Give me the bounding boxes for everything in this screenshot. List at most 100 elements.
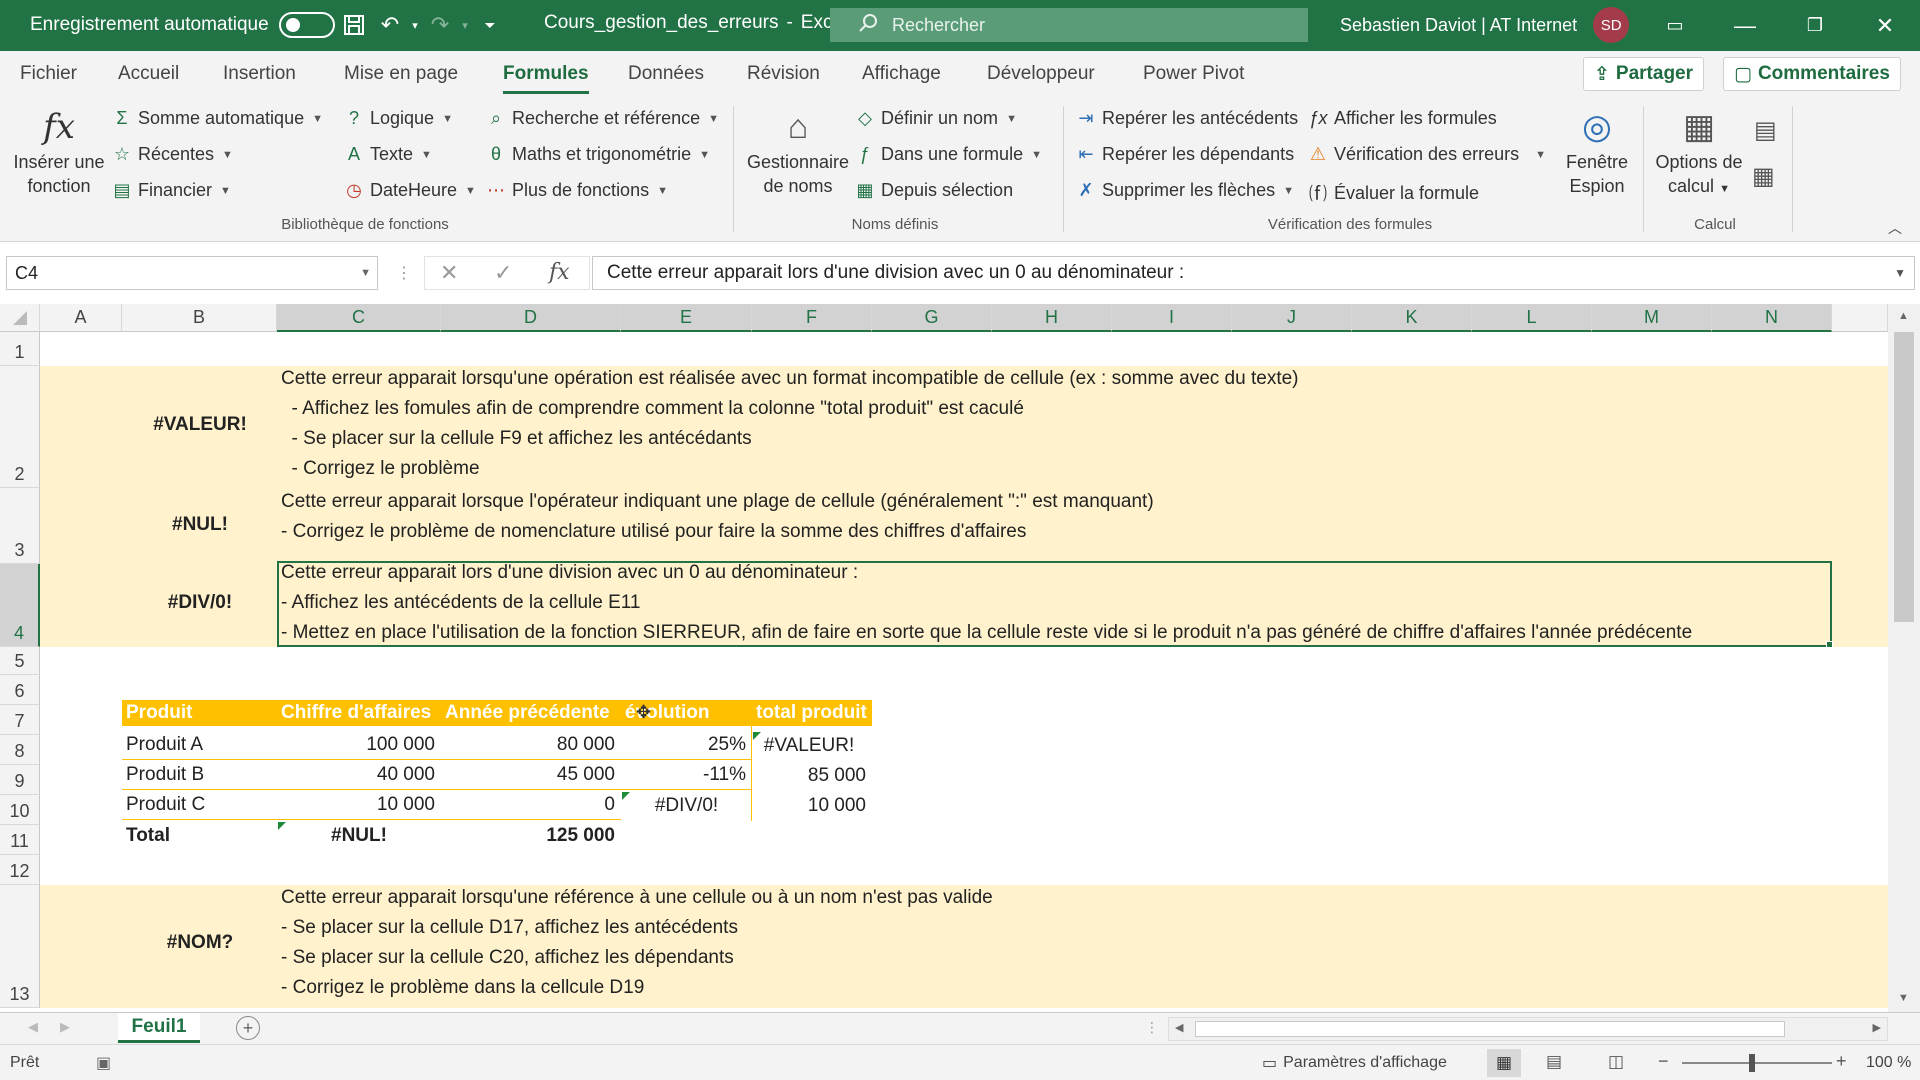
math-button[interactable]: θ Maths et trigonométrie ▼: [486, 144, 710, 165]
zoom-slider[interactable]: [1682, 1062, 1832, 1064]
table-cell[interactable]: #VALEUR!: [752, 731, 872, 760]
column-header[interactable]: L: [1472, 304, 1592, 332]
more-functions-button[interactable]: ⋯ Plus de fonctions ▼: [486, 180, 668, 201]
zoom-in-icon[interactable]: +: [1836, 1051, 1847, 1072]
row-header[interactable]: 11: [0, 825, 40, 855]
financial-button[interactable]: ▤ Financier ▼: [112, 180, 230, 201]
total-cell[interactable]: #NUL!: [277, 821, 441, 850]
row-header[interactable]: 9: [0, 765, 40, 795]
zoom-out-icon[interactable]: −: [1658, 1051, 1669, 1072]
expand-formula-icon[interactable]: ▼: [1894, 266, 1906, 280]
tab-formules[interactable]: Formules: [503, 63, 589, 94]
table-cell[interactable]: 80 000: [441, 731, 621, 760]
table-cell[interactable]: 40 000: [277, 761, 441, 790]
accessibility-icon[interactable]: ▣: [96, 1053, 111, 1073]
column-header[interactable]: E: [621, 304, 752, 332]
collapse-ribbon-icon[interactable]: ︿: [1888, 218, 1902, 238]
error-checking-button[interactable]: ⚠ Vérification des erreurs ▼: [1308, 144, 1546, 165]
next-sheet-icon[interactable]: ▶: [60, 1019, 70, 1035]
column-header[interactable]: C: [277, 304, 441, 332]
column-header[interactable]: M: [1592, 304, 1712, 332]
table-cell[interactable]: Produit B: [122, 761, 277, 790]
autosave-toggle[interactable]: [278, 12, 335, 38]
table-cell[interactable]: Produit A: [122, 731, 277, 760]
scroll-thumb[interactable]: [1894, 332, 1914, 622]
search-box[interactable]: Rechercher: [830, 8, 1308, 42]
save-icon[interactable]: [336, 7, 372, 43]
restore-icon[interactable]: ❐: [1780, 0, 1850, 51]
sheet-tab-feuil1[interactable]: Feuil1: [118, 1013, 200, 1043]
table-cell[interactable]: #DIV/0!: [621, 791, 752, 820]
table-cell[interactable]: 100 000: [277, 731, 441, 760]
worksheet-grid[interactable]: A B C D E F G H I J K L M N 1 2 3 4 5 6 …: [0, 304, 1920, 1008]
cancel-icon[interactable]: ✕: [440, 260, 458, 286]
scroll-right-icon[interactable]: ▶: [1873, 1021, 1881, 1034]
row-header[interactable]: 1: [0, 332, 40, 366]
column-header[interactable]: I: [1112, 304, 1232, 332]
calc-options-button[interactable]: ▦ Options de calcul ▼: [1648, 104, 1750, 201]
error-label-div0[interactable]: #DIV/0!: [140, 592, 260, 614]
table-cell[interactable]: 10 000: [277, 791, 441, 820]
display-settings-button[interactable]: ▭ Paramètres d'affichage: [1262, 1053, 1447, 1073]
column-header[interactable]: F: [752, 304, 872, 332]
error-indicator-icon[interactable]: [753, 732, 761, 740]
table-cell[interactable]: 85 000: [752, 761, 872, 790]
tab-mise-en-page[interactable]: Mise en page: [344, 63, 458, 85]
row-header[interactable]: 6: [0, 675, 40, 705]
tab-accueil[interactable]: Accueil: [118, 63, 179, 85]
calculate-sheet-icon[interactable]: ▦: [1752, 162, 1775, 191]
text-button[interactable]: A Texte ▼: [344, 144, 432, 165]
row-header[interactable]: 2: [0, 366, 40, 488]
name-manager-button[interactable]: ⌂ Gestionnaire de noms: [745, 104, 851, 198]
table-cell[interactable]: 25%: [621, 731, 752, 760]
share-button[interactable]: ⇪ Partager: [1583, 57, 1705, 91]
table-cell[interactable]: -11%: [621, 761, 752, 790]
zoom-level[interactable]: 100 %: [1866, 1054, 1911, 1072]
insert-function-button[interactable]: fx Insérer une fonction: [10, 104, 108, 198]
total-label[interactable]: Total: [122, 821, 277, 850]
error-label-nul[interactable]: #NUL!: [140, 514, 260, 536]
table-cell[interactable]: 45 000: [441, 761, 621, 790]
zoom-slider-thumb[interactable]: [1749, 1054, 1755, 1072]
table-cell[interactable]: Produit C: [122, 791, 277, 820]
name-box[interactable]: C4 ▼: [6, 256, 378, 290]
row-header[interactable]: 10: [0, 795, 40, 825]
datetime-button[interactable]: ◷ DateHeure ▼: [344, 180, 476, 201]
table-header-cell[interactable]: total produit: [752, 700, 872, 726]
error-indicator-icon[interactable]: [278, 822, 286, 830]
use-in-formula-button[interactable]: ƒ Dans une formule ▼: [855, 144, 1042, 165]
tab-revision[interactable]: Révision: [747, 63, 820, 85]
column-header[interactable]: B: [122, 304, 277, 332]
table-cell[interactable]: 10 000: [752, 791, 872, 820]
row-header[interactable]: 7: [0, 705, 40, 735]
row-header[interactable]: 12: [0, 855, 40, 885]
error-label-nom[interactable]: #NOM?: [140, 932, 260, 954]
calculate-now-icon[interactable]: ▤: [1754, 116, 1777, 145]
redo-dropdown-icon[interactable]: ▾: [458, 7, 472, 43]
column-header-partial[interactable]: [1832, 304, 1888, 332]
minimize-icon[interactable]: —: [1710, 0, 1780, 51]
undo-icon[interactable]: ↶: [372, 7, 408, 43]
chevron-down-icon[interactable]: ▼: [360, 267, 371, 279]
user-name[interactable]: Sebastien Daviot | AT Internet: [1340, 15, 1577, 36]
column-header[interactable]: J: [1232, 304, 1352, 332]
row-header[interactable]: 13: [0, 885, 40, 1008]
error-indicator-icon[interactable]: [622, 792, 630, 800]
autosave-control[interactable]: Enregistrement automatique: [30, 12, 335, 38]
watch-window-button[interactable]: ◎ Fenêtre Espion: [1550, 104, 1644, 198]
insert-function-icon[interactable]: fx: [549, 260, 570, 285]
comments-button[interactable]: ▢ Commentaires: [1723, 57, 1901, 91]
ribbon-display-icon[interactable]: ▭: [1640, 0, 1710, 51]
column-header[interactable]: N: [1712, 304, 1832, 332]
table-header-cell[interactable]: Produit: [122, 700, 277, 726]
table-cell[interactable]: 0: [441, 791, 621, 820]
fill-handle[interactable]: [1826, 641, 1833, 648]
tab-insertion[interactable]: Insertion: [223, 63, 296, 85]
customize-qat-icon[interactable]: ⏷: [472, 7, 508, 43]
trace-dependents-button[interactable]: ⇤ Repérer les dépendants: [1076, 144, 1294, 165]
lookup-button[interactable]: ⌕ Recherche et référence ▼: [486, 108, 719, 129]
evaluate-formula-button[interactable]: ⒡ Évaluer la formule: [1308, 180, 1479, 206]
hscroll-thumb[interactable]: [1195, 1021, 1785, 1037]
enter-icon[interactable]: ✓: [494, 260, 512, 286]
add-sheet-icon[interactable]: +: [236, 1016, 260, 1040]
